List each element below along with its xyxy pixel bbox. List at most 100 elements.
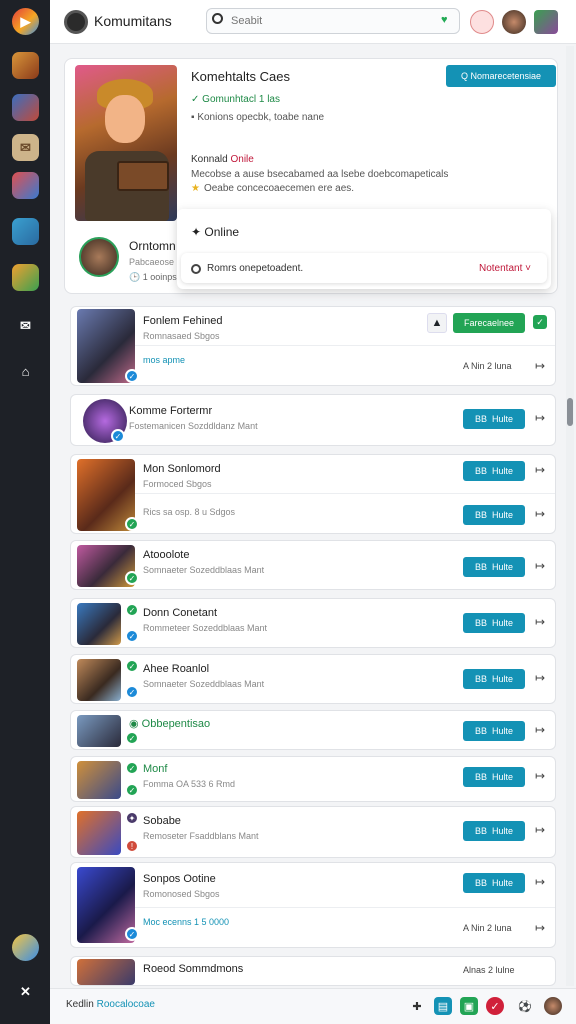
- list-item[interactable]: Roeod Sommdmons Alnas 2 lulne: [70, 956, 556, 986]
- featured-sub-meta-2: 🕒 1 ooinps: [129, 272, 177, 282]
- up-icon[interactable]: ▲: [427, 313, 447, 333]
- friend-avatar[interactable]: [534, 10, 558, 34]
- search-icon: [212, 13, 223, 24]
- share-icon[interactable]: ↦: [535, 615, 545, 629]
- featured-check: ✓ Gomunhtacl 1 las: [191, 94, 280, 105]
- puzzle-icon[interactable]: [12, 218, 39, 245]
- item-name: Sonpos Ootine: [143, 873, 216, 885]
- verified-icon: ✓: [125, 927, 139, 941]
- tools-icon[interactable]: ✕: [12, 978, 39, 1005]
- item-meta: Rommeteer Sozeddblaas Mant: [143, 623, 268, 633]
- play-store-icon[interactable]: ▶: [12, 8, 39, 35]
- profile-icon[interactable]: ⌂: [12, 358, 39, 385]
- popup-online[interactable]: ✦ Online: [191, 225, 239, 239]
- share-icon[interactable]: ↦: [535, 723, 545, 737]
- share-icon[interactable]: ↦: [535, 411, 545, 425]
- main-content: Komehtalts Caes Q Nomarecetensiae ✓ Gomu…: [64, 58, 558, 988]
- status-icon[interactable]: [12, 934, 39, 961]
- share-icon[interactable]: ↦: [535, 507, 545, 521]
- list-item[interactable]: ✓ Fonlem Fehined Romnasaed Sbgos ▲ Farec…: [70, 306, 556, 386]
- list-item[interactable]: ✓ Sonpos Ootine Romonosed Sbgos BB Hulte…: [70, 862, 556, 948]
- game-thumbnail: [77, 959, 135, 985]
- check-icon[interactable]: ✓: [486, 997, 504, 1015]
- online-icon: ✓: [125, 659, 139, 673]
- item-action-button[interactable]: BB Hulte: [463, 557, 525, 577]
- list-item[interactable]: ✓ ✓ Donn Conetant Rommeteer Sozeddblaas …: [70, 598, 556, 648]
- online-icon: ✓: [125, 603, 139, 617]
- item-meta: Romnasaed Sbgos: [143, 331, 220, 341]
- list-item[interactable]: ✓ ✓ Monf Fomma OA 533 6 Rmd BB Hulte ↦: [70, 756, 556, 802]
- share-icon[interactable]: ↦: [535, 875, 545, 889]
- game-thumbnail: [77, 811, 121, 855]
- item-action-button[interactable]: BB Hulte: [463, 409, 525, 429]
- notifications-icon[interactable]: [470, 10, 494, 34]
- item-action-button[interactable]: Farecaelnee: [453, 313, 525, 333]
- game-thumbnail: [77, 603, 121, 645]
- item-name: Komme Fortermr: [129, 405, 213, 417]
- game-thumbnail: [77, 715, 121, 747]
- item-name: Mon Sonlomord: [143, 463, 221, 475]
- map-icon[interactable]: ▤: [434, 997, 452, 1015]
- footer-label: Kedlin Roocalocoae: [66, 999, 155, 1010]
- list-item[interactable]: ✦ ! Sobabe Remoseter Fsaddblans Mant BB …: [70, 806, 556, 858]
- featured-sub-avatar[interactable]: [79, 237, 119, 277]
- verified-icon: ✓: [111, 429, 125, 443]
- list-item[interactable]: ✓ Mon Sonlomord Formoced Sbgos BB Hulte …: [70, 454, 556, 534]
- scrollbar-thumb[interactable]: [567, 398, 573, 426]
- item-name: Sobabe: [143, 815, 181, 827]
- hero-avatar-icon[interactable]: [12, 94, 39, 121]
- heart-icon[interactable]: ♥: [441, 14, 448, 26]
- puzzle-icon[interactable]: ✚: [408, 997, 426, 1015]
- left-rail: ▶ ✉ ✉ ⌂ ✕: [0, 0, 50, 1024]
- item-action-button[interactable]: BB Hulte: [463, 873, 525, 893]
- popup-row-note[interactable]: Notentant ˅: [479, 263, 531, 274]
- store-icon[interactable]: ▣: [460, 997, 478, 1015]
- user-avatar-small[interactable]: [544, 997, 562, 1015]
- share-icon[interactable]: ↦: [535, 671, 545, 685]
- share-icon[interactable]: ↦: [535, 359, 545, 373]
- share-icon[interactable]: ↦: [535, 769, 545, 783]
- popup-row[interactable]: Romrs onepetoadent. Notentant ˅: [181, 253, 547, 283]
- social-icon: ✦: [125, 811, 139, 825]
- list-item[interactable]: ✓ Atooolote Somnaeter Sozeddblaas Mant B…: [70, 540, 556, 590]
- soccer-icon[interactable]: ⚽: [516, 997, 534, 1015]
- featured-section: Konnald Onile: [191, 154, 254, 165]
- ticket-icon[interactable]: [12, 264, 39, 291]
- share-icon[interactable]: ↦: [535, 559, 545, 573]
- status-popup: ✦ Online Romrs onepetoadent. Notentant ˅: [177, 209, 551, 289]
- search-input[interactable]: [206, 8, 460, 34]
- share-icon[interactable]: ↦: [535, 823, 545, 837]
- share-icon[interactable]: ↦: [535, 463, 545, 477]
- item-extra: Moc ecenns 1 5 0000: [143, 917, 230, 927]
- messages-icon[interactable]: ✉: [12, 312, 39, 339]
- share-icon[interactable]: ↦: [535, 921, 545, 935]
- character-icon[interactable]: [12, 172, 39, 199]
- item-action-button[interactable]: BB Hulte: [463, 767, 525, 787]
- item-name: ◉ Obbepentisao: [129, 718, 211, 730]
- item-action-button[interactable]: BB Hulte: [463, 461, 525, 481]
- list-item[interactable]: ✓ ◉ Obbepentisao BB Hulte ↦: [70, 710, 556, 750]
- item-action-button[interactable]: BB Hulte: [463, 669, 525, 689]
- game-tile-icon[interactable]: [12, 52, 39, 79]
- checkbox-icon[interactable]: ✓: [533, 315, 547, 329]
- verified-icon: ✓: [125, 369, 139, 383]
- online-icon: ✓: [125, 731, 139, 745]
- featured-status: Onile: [230, 154, 254, 165]
- list-item[interactable]: ✓ Komme Fortermr Fostemanicen Sozddldanz…: [70, 394, 556, 446]
- mail-icon[interactable]: ✉: [12, 134, 39, 161]
- game-thumbnail: [77, 761, 121, 799]
- popup-row-text: Romrs onepetoadent.: [207, 263, 304, 274]
- item-action-button-2[interactable]: BB Hulte: [463, 505, 525, 525]
- item-action-button[interactable]: BB Hulte: [463, 721, 525, 741]
- item-side: Alnas 2 lulne: [463, 965, 515, 975]
- item-action-button[interactable]: BB Hulte: [463, 613, 525, 633]
- item-action-button[interactable]: BB Hulte: [463, 821, 525, 841]
- footer-link[interactable]: Roocalocoae: [97, 999, 155, 1010]
- list-item[interactable]: ✓ ✓ Ahee Roanlol Somnaeter Sozeddblaas M…: [70, 654, 556, 704]
- item-name: Atooolote: [143, 549, 190, 561]
- item-meta: Somnaeter Sozeddblaas Mant: [143, 679, 265, 689]
- featured-title: Komehtalts Caes: [191, 69, 290, 84]
- scrollbar[interactable]: [566, 46, 574, 986]
- featured-action-button[interactable]: Q Nomarecetensiae: [446, 65, 556, 87]
- user-avatar[interactable]: [502, 10, 526, 34]
